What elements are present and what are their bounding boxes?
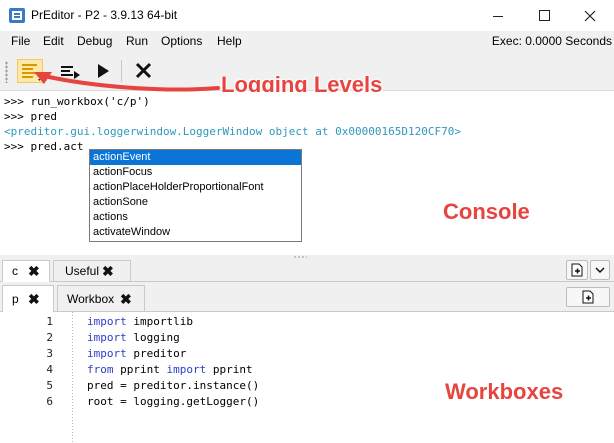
maximize-icon [538, 10, 550, 21]
line-number: 1 [46, 315, 53, 328]
splitter-grip [293, 256, 307, 258]
chevron-down-icon [595, 267, 605, 274]
code-line: pred = preditor.instance() [87, 379, 259, 392]
code-line: import preditor [87, 347, 186, 360]
code-line: import logging [87, 331, 180, 344]
line-number-gutter: 1 2 3 4 5 6 [0, 312, 75, 443]
line-number: 6 [46, 395, 53, 408]
new-workbox-button[interactable] [566, 287, 610, 307]
line-number: 2 [46, 331, 53, 344]
tab-label: Workbox [67, 292, 115, 306]
code-line: root = logging.getLogger() [87, 395, 259, 408]
annotation-workboxes: Workboxes [445, 379, 564, 404]
tab-close-icon[interactable]: ✖ [120, 291, 132, 308]
tab-close-icon[interactable]: ✖ [102, 263, 114, 280]
minimize-button[interactable] [475, 0, 521, 31]
menu-debug[interactable]: Debug [77, 34, 112, 48]
code-text: pprint [206, 363, 253, 376]
menu-run[interactable]: Run [126, 34, 148, 48]
menu-options[interactable]: Options [161, 34, 202, 48]
minimize-icon [493, 16, 503, 17]
code-text: logging [126, 331, 180, 344]
new-group-tab-button[interactable] [566, 260, 588, 280]
code-line: from pprint import pprint [87, 363, 253, 376]
autocomplete-item[interactable]: actions [90, 210, 301, 225]
app-icon [9, 8, 25, 23]
tab-workbox-workbox[interactable]: Workbox ✖ [57, 285, 145, 312]
group-tab-menu-button[interactable] [590, 260, 610, 280]
code-keyword: import [166, 363, 207, 376]
menu-file[interactable]: File [11, 34, 30, 48]
line-number: 5 [46, 379, 53, 392]
console-line: >>> pred [4, 110, 57, 123]
group-tab-bar: c ✖ Useful ✖ [0, 259, 614, 282]
new-file-icon [571, 263, 583, 277]
autocomplete-item[interactable]: actionSone [90, 195, 301, 210]
code-keyword: import [87, 347, 127, 360]
tab-close-icon[interactable]: ✖ [28, 291, 40, 308]
tab-group-c[interactable]: c ✖ [2, 260, 50, 282]
console-line: >>> pred.act [4, 140, 84, 153]
toolbar-grip[interactable] [5, 61, 8, 83]
tab-label: Useful [65, 264, 100, 278]
code-keyword: import [87, 315, 127, 328]
tab-group-useful[interactable]: Useful ✖ [53, 260, 131, 282]
autocomplete-item[interactable]: actionFocus [90, 165, 301, 180]
tab-close-icon[interactable]: ✖ [28, 263, 40, 280]
line-number: 4 [46, 363, 53, 376]
close-button[interactable] [567, 0, 613, 31]
line-number: 3 [46, 347, 53, 360]
autocomplete-item[interactable]: activateWindow [90, 225, 301, 240]
console-line: >>> run_workbox('c/p') [4, 95, 150, 108]
workbox-editor[interactable]: 1 2 3 4 5 6 import importlib import logg… [0, 312, 614, 443]
autocomplete-item[interactable]: actionPlaceHolderProportionalFont [90, 180, 301, 195]
tab-label: c [12, 264, 18, 278]
menu-bar: File Edit Debug Run Options Help Exec: 0… [0, 31, 614, 51]
menu-edit[interactable]: Edit [43, 34, 64, 48]
title-bar: PrEditor - P2 - 3.9.13 64-bit [0, 0, 614, 31]
close-icon [584, 10, 596, 21]
new-file-icon [582, 290, 594, 304]
code-text: pprint [113, 363, 167, 376]
autocomplete-item[interactable]: actionEvent [90, 150, 301, 165]
tab-label: p [12, 292, 19, 306]
console-line: <preditor.gui.loggerwindow.LoggerWindow … [4, 125, 461, 138]
code-line: import importlib [87, 315, 193, 328]
window-title: PrEditor - P2 - 3.9.13 64-bit [31, 8, 178, 22]
code-text: root = logging.getLogger() [87, 395, 260, 408]
fold-margin [72, 312, 73, 443]
autocomplete-popup: actionEvent actionFocus actionPlaceHolde… [89, 149, 302, 242]
exec-time-label: Exec: 0.0000 Seconds [491, 34, 612, 48]
code-text: preditor [126, 347, 187, 360]
code-keyword: import [87, 331, 127, 344]
code-text: pred = preditor.instance() [87, 379, 260, 392]
code-text: importlib [126, 315, 193, 328]
menu-help[interactable]: Help [217, 34, 242, 48]
tab-workbox-p[interactable]: p ✖ [2, 285, 54, 313]
code-keyword: from [87, 363, 114, 376]
workbox-tab-bar: p ✖ Workbox ✖ [0, 282, 614, 313]
annotation-console: Console [443, 199, 530, 224]
maximize-button[interactable] [521, 0, 567, 31]
